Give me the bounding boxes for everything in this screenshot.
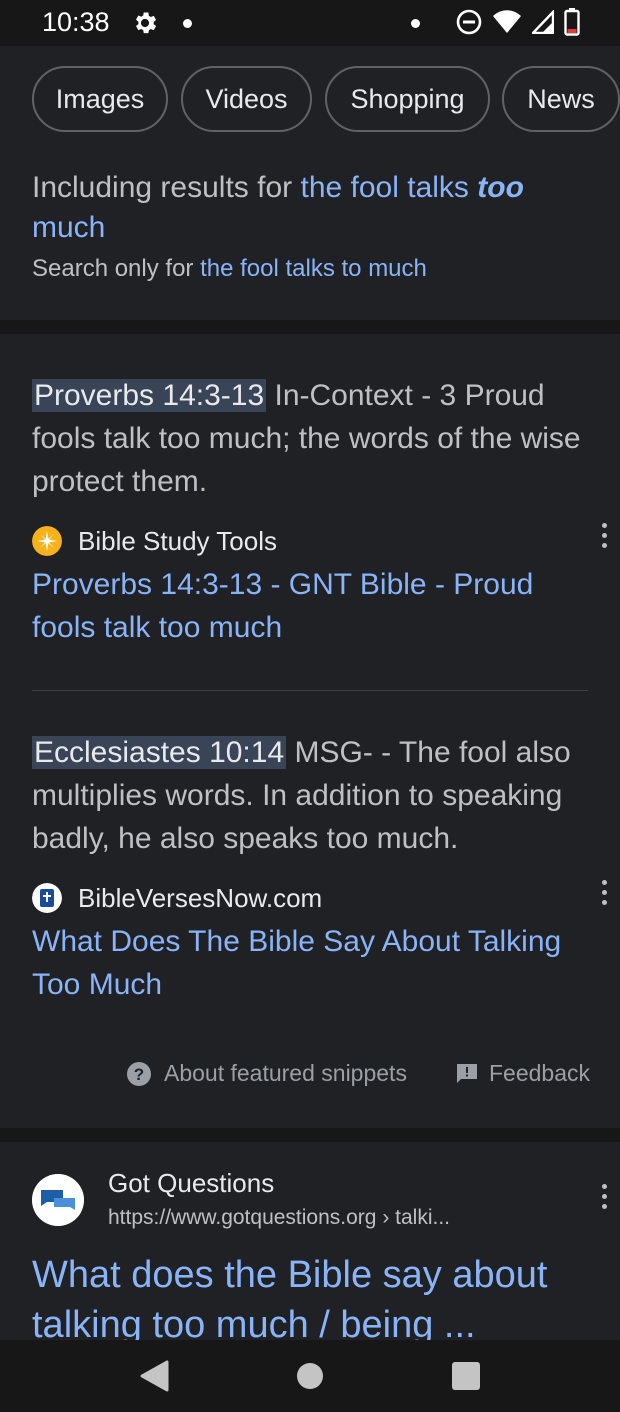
signal-icon [532,10,554,34]
result-url: https://www.gotquestions.org › talki... [108,1206,450,1229]
search-only-line: Search only for the fool talks to much [32,252,592,286]
do-not-disturb-icon [456,9,482,35]
featured-snippet-1: Proverbs 14:3-13 In-Context - 3 Proud fo… [32,374,607,649]
search-only-prefix: Search only for [32,255,194,282]
more-options-icon[interactable] [602,523,608,549]
home-icon[interactable] [296,1362,324,1390]
navigation-bar [0,1340,620,1412]
bible-verses-now-icon [32,883,62,913]
got-questions-logo-icon [32,1174,84,1226]
about-label: About featured snippets [164,1060,407,1086]
featured-snippet-footer: ? About featured snippets Feedback [0,1060,620,1100]
recents-icon[interactable] [451,1362,481,1390]
spelling-correction: Including results for the fool talks too… [32,168,592,286]
snippet-text: Proverbs 14:3-13 In-Context - 3 Proud fo… [32,374,592,503]
section-divider [0,320,620,334]
wifi-icon [493,10,521,34]
chip-shopping[interactable]: Shopping [325,66,490,132]
bible-study-tools-icon [32,526,62,556]
snippet-text: Ecclesiastes 10:14 MSG- - The fool also … [32,731,592,860]
svg-text:?: ? [134,1065,144,1084]
status-time: 10:38 [42,7,110,37]
source-row: BibleVersesNow.com [32,878,607,918]
status-bar: 10:38 [0,0,620,46]
snippet-divider [32,690,588,691]
status-icons [456,8,580,36]
source-row: Bible Study Tools [32,521,607,561]
result-site-name: Got Questions [108,1168,275,1198]
source-name: Bible Study Tools [78,525,277,556]
more-options-icon[interactable] [602,880,608,906]
snippet-result-link[interactable]: Proverbs 14:3-13 - GNT Bible - Proud foo… [32,563,592,649]
feedback-button[interactable]: Feedback [455,1060,590,1087]
help-icon: ? [127,1061,151,1086]
chip-news[interactable]: News [502,66,620,132]
notification-dot-icon [411,19,420,28]
result-title-link[interactable]: What does the Bible say about talking to… [32,1250,592,1350]
featured-snippet-2: Ecclesiastes 10:14 MSG- - The fool also … [32,731,607,1006]
more-options-icon[interactable] [602,1184,608,1210]
feedback-label: Feedback [489,1060,591,1086]
settings-icon [136,12,157,34]
section-divider [0,1128,620,1142]
chip-images[interactable]: Images [32,66,168,132]
chip-videos[interactable]: Videos [181,66,312,132]
about-featured-snippets[interactable]: ? About featured snippets [126,1060,407,1087]
snippet-highlight: Proverbs 14:3-13 [32,379,267,412]
search-filter-chips: Images Videos Shopping News [0,46,620,154]
snippet-result-link[interactable]: What Does The Bible Say About Talking To… [32,920,592,1006]
battery-icon [564,8,580,36]
source-name: BibleVersesNow.com [78,882,323,913]
including-prefix: Including results for [32,171,293,204]
snippet-highlight: Ecclesiastes 10:14 [32,736,287,769]
including-results-line: Including results for the fool talks too… [32,168,592,248]
back-icon[interactable] [139,1360,169,1392]
original-query-link[interactable]: the fool talks to much [200,255,427,282]
notification-dot-icon [183,19,192,28]
feedback-icon [457,1063,477,1083]
